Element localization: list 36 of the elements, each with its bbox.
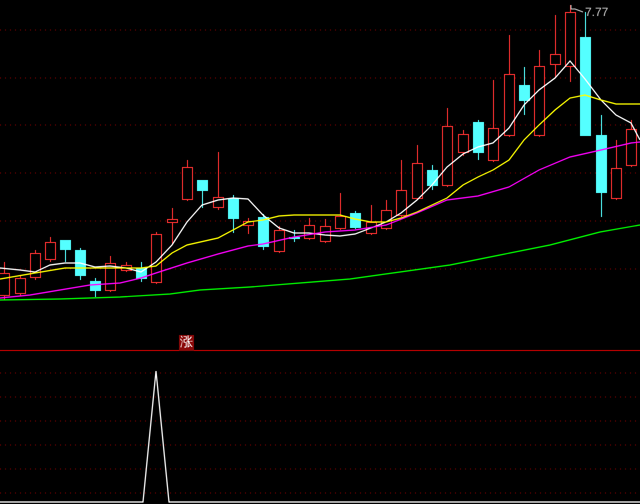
- candlestick: [197, 180, 208, 208]
- candlestick: [396, 160, 407, 218]
- candlestick: [427, 164, 438, 190]
- candlestick: [258, 214, 269, 250]
- price-label: 7.77: [585, 5, 608, 19]
- candlestick: [366, 204, 377, 236]
- candlestick: [121, 262, 132, 272]
- candlestick: [458, 130, 469, 156]
- candlestick: [30, 250, 41, 280]
- candlestick: [90, 278, 101, 298]
- candlestick: [350, 210, 361, 230]
- candlestick: [243, 218, 254, 234]
- candlestick: [228, 194, 239, 234]
- candlestick: [136, 262, 147, 282]
- candlestick: [412, 144, 423, 200]
- candlestick: [167, 208, 178, 244]
- candlestick: [151, 232, 162, 284]
- candlestick: [75, 248, 86, 280]
- candlestick: [289, 230, 300, 242]
- candlestick: [60, 240, 71, 262]
- leader-line: [570, 4, 584, 12]
- candlestick: [611, 140, 622, 200]
- candlestick: [45, 236, 56, 262]
- candlestick: [626, 120, 637, 168]
- candlestick: [15, 274, 26, 296]
- candlestick: [473, 120, 484, 160]
- candlestick: [182, 160, 193, 202]
- candlestick: [213, 152, 224, 210]
- candlestick: [274, 226, 285, 254]
- signal-badge: 涨: [179, 335, 194, 351]
- candlestick: [335, 192, 346, 230]
- candlestick: [550, 14, 561, 78]
- candlestick: [381, 200, 392, 230]
- candlestick: [320, 218, 331, 244]
- candlestick: [519, 66, 530, 116]
- candlestick: [304, 218, 315, 240]
